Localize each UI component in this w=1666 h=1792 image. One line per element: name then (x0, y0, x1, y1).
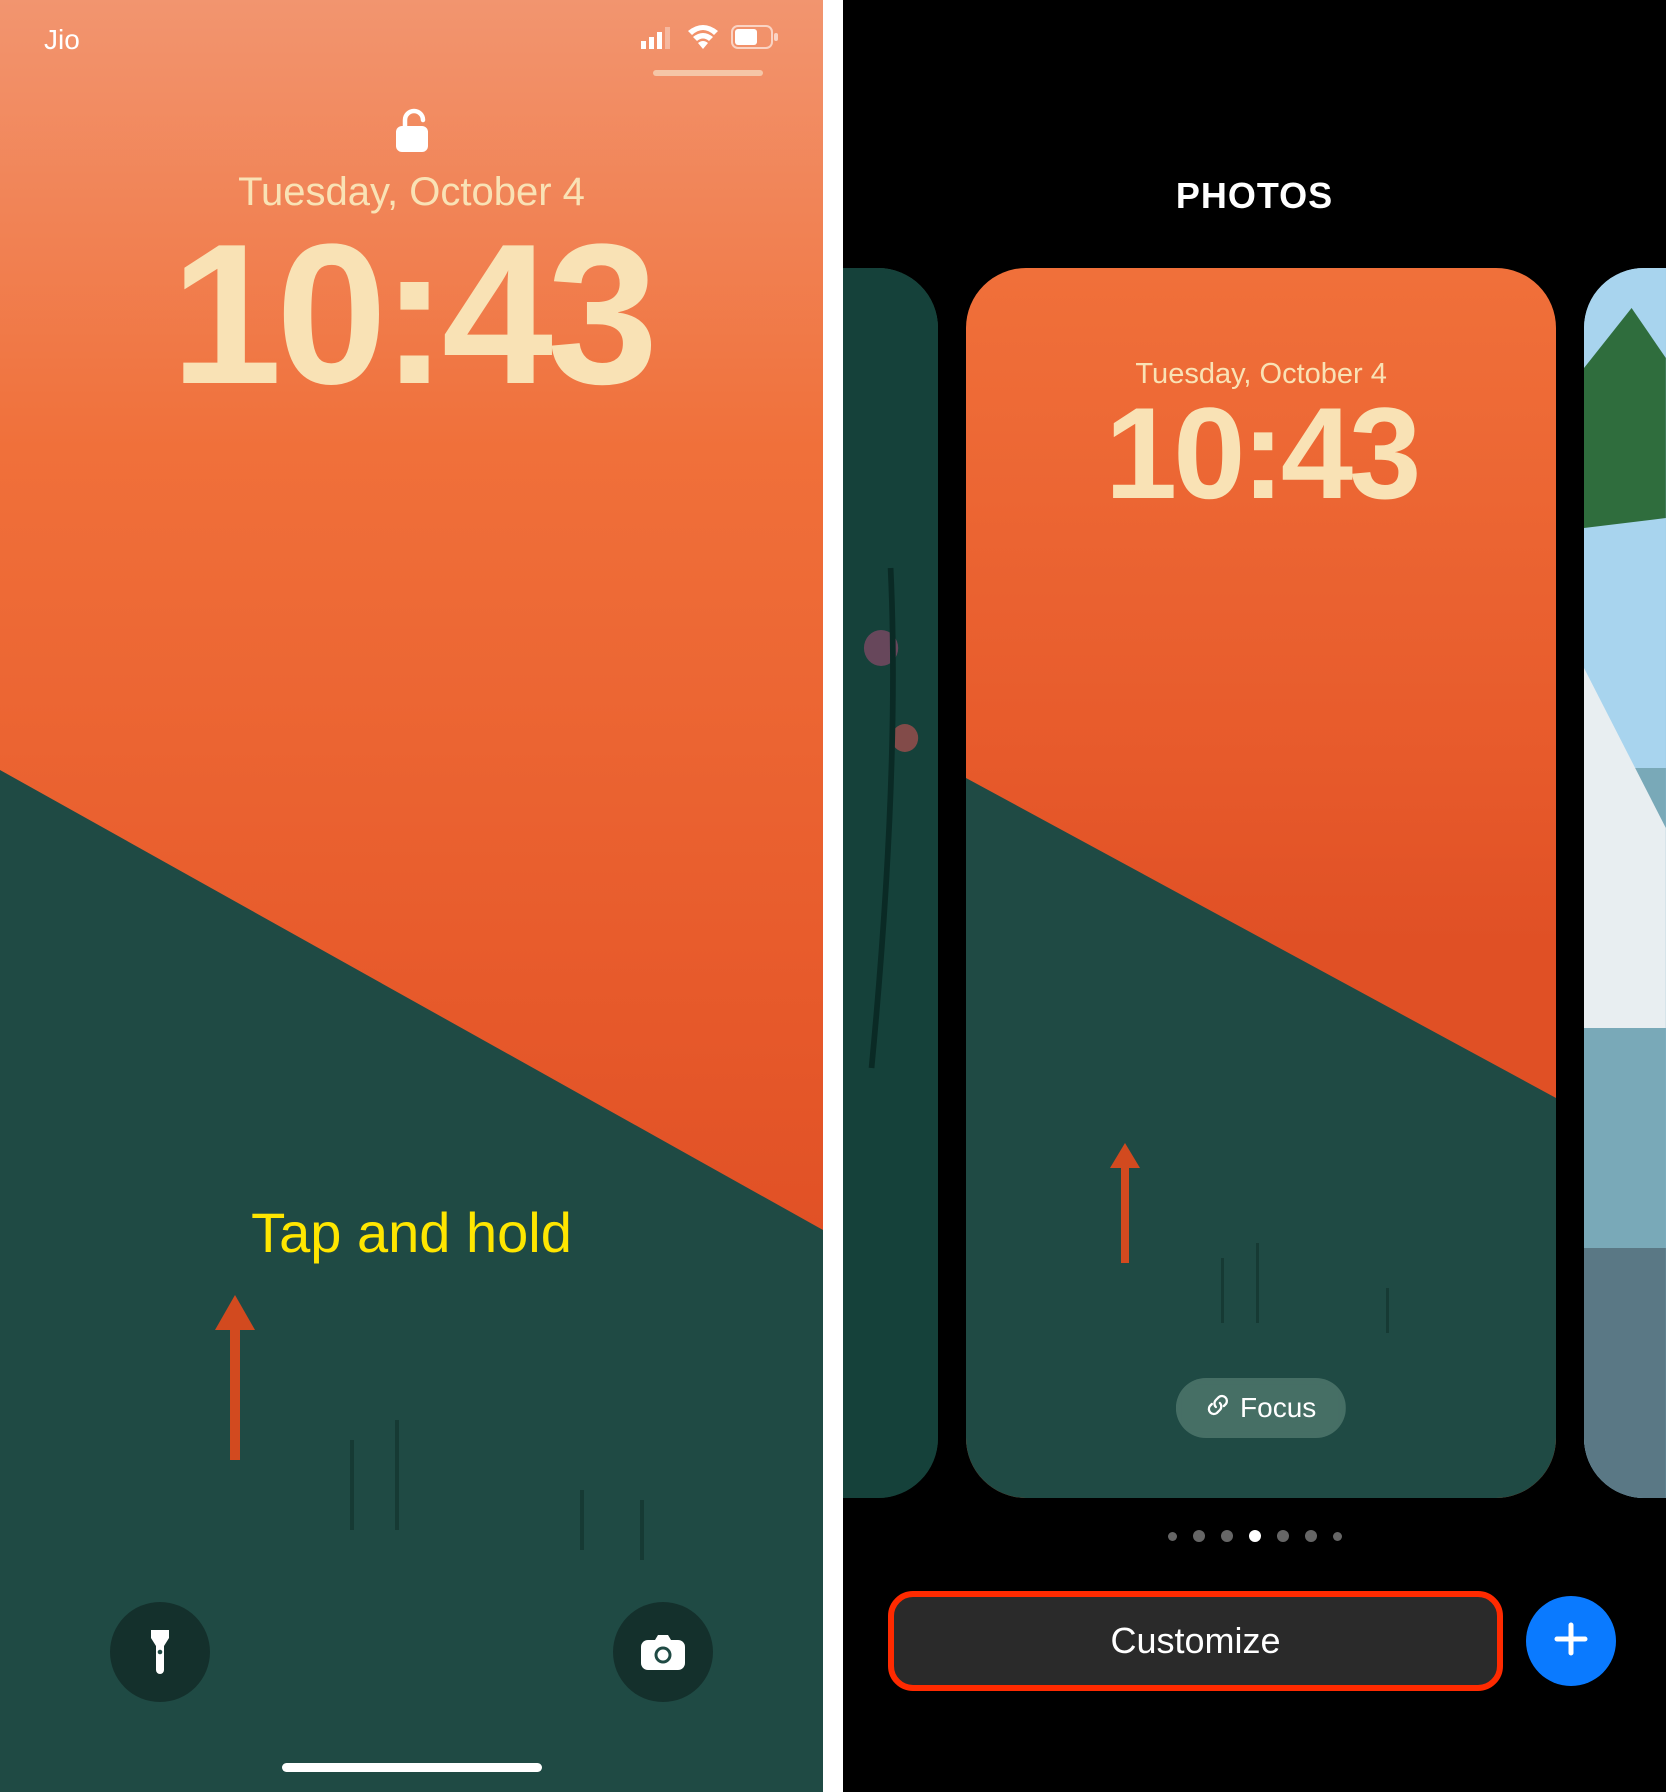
focus-label: Focus (1240, 1392, 1316, 1424)
pager-dot (1193, 1530, 1205, 1542)
page-indicator (843, 1530, 1666, 1542)
customize-label: Customize (1110, 1620, 1280, 1662)
pager-dot (1277, 1530, 1289, 1542)
unlock-icon (392, 106, 432, 159)
pager-dot (1168, 1532, 1177, 1541)
add-wallpaper-button[interactable] (1526, 1596, 1616, 1686)
tap-hold-hint: Tap and hold (0, 1200, 823, 1265)
wallpaper-cards[interactable]: Tuesday, October 4 10:43 Focus (843, 268, 1666, 1498)
gallery-title: PHOTOS (843, 175, 1666, 217)
status-icons (641, 24, 779, 56)
carrier-label: Jio (44, 24, 80, 56)
wifi-icon (687, 24, 719, 56)
battery-icon (731, 24, 779, 56)
flashlight-button[interactable] (110, 1602, 210, 1702)
customize-button[interactable]: Customize (893, 1596, 1498, 1686)
status-underline (653, 70, 763, 76)
cellular-icon (641, 24, 675, 56)
wallpaper-card-current[interactable]: Tuesday, October 4 10:43 Focus (966, 268, 1556, 1498)
wallpaper-card-prev[interactable] (843, 268, 938, 1498)
pager-dot (1221, 1530, 1233, 1542)
pager-dot (1333, 1532, 1342, 1541)
link-icon (1206, 1392, 1230, 1424)
plus-icon (1549, 1617, 1593, 1666)
lock-time: 10:43 (0, 200, 823, 430)
card-time: 10:43 (966, 378, 1556, 528)
home-indicator[interactable] (282, 1763, 542, 1772)
camera-button[interactable] (613, 1602, 713, 1702)
pager-dot (1305, 1530, 1317, 1542)
pager-dot-active (1249, 1530, 1261, 1542)
bottom-actions: Customize (893, 1596, 1616, 1686)
focus-button[interactable]: Focus (1176, 1378, 1346, 1438)
lock-screen[interactable]: Jio Tuesday, October 4 10:43 Tap and hol… (0, 0, 823, 1792)
wallpaper-gallery-screen: PHOTOS Tuesday, October 4 (843, 0, 1666, 1792)
wallpaper-card-next[interactable] (1584, 268, 1666, 1498)
status-bar: Jio (0, 24, 823, 56)
